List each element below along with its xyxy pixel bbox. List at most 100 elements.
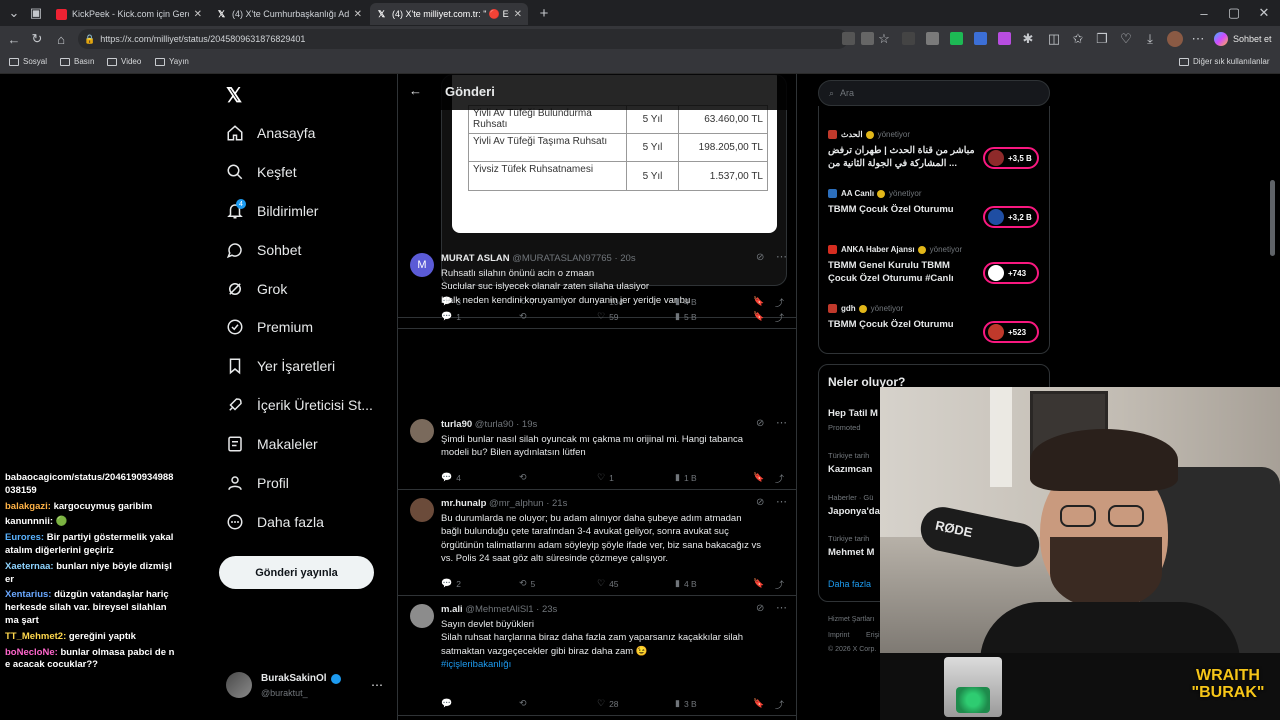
split-screen-icon[interactable]: ◫ [1046, 31, 1062, 47]
extension-icon[interactable] [998, 32, 1011, 45]
grok-icon[interactable]: ⊘ [756, 603, 764, 614]
footer-link[interactable]: Imprint [828, 632, 849, 639]
puzzle-icon[interactable]: ✱ [1020, 31, 1036, 47]
bookmark-sosyal[interactable]: Sosyal [9, 57, 47, 66]
grok-icon[interactable]: ⊘ [756, 252, 764, 263]
tweet[interactable]: mr.hunalp @mr_alphun · 21s ⊘ ⋯ Bu durumlard… [398, 490, 796, 596]
account-menu-icon[interactable]: ⋯ [371, 678, 383, 692]
author-name[interactable]: mr.hunalp [441, 498, 486, 509]
tab-x-milliyet[interactable]: 𝕏 (4) X'te milliyet.com.tr: " 🔴 Eyüpsu ✕ [370, 3, 528, 25]
post-button[interactable]: Gönderi yayınla [219, 556, 374, 589]
grok-icon[interactable]: ⊘ [756, 418, 764, 429]
views-button[interactable]: ▮ 4 B [675, 578, 697, 589]
bookmark-yayin[interactable]: Yayın [155, 57, 189, 66]
nav-explore[interactable]: Keşfet [226, 158, 297, 186]
bookmark-button[interactable]: 🔖 [753, 698, 768, 709]
like-button[interactable]: ♡ 59 [597, 311, 619, 322]
bookmark-button[interactable]: 🔖 [753, 578, 768, 589]
extension-icon[interactable] [974, 32, 987, 45]
nav-home[interactable]: Anasayfa [226, 119, 315, 147]
extension-icon[interactable] [926, 32, 939, 45]
author-name[interactable]: MURAT ASLAN [441, 253, 510, 264]
bookmark-button[interactable]: 🔖 [753, 472, 768, 483]
repost-button[interactable]: ⟲ [519, 698, 531, 709]
nav-chat[interactable]: Sohbet [226, 236, 301, 264]
copilot-button[interactable]: Sohbet et [1214, 30, 1276, 48]
avatar[interactable] [410, 604, 434, 628]
tweet-more-icon[interactable]: ⋯ [776, 495, 787, 508]
like-button[interactable]: ♡ 45 [597, 578, 619, 589]
reply-button[interactable]: 💬 4 [441, 472, 461, 483]
nav-profile[interactable]: Profil [226, 469, 289, 497]
bookmark-video[interactable]: Video [107, 57, 141, 66]
tweet-more-icon[interactable]: ⋯ [776, 250, 787, 263]
maximize-icon[interactable]: ▢ [1226, 5, 1242, 21]
read-aloud-icon[interactable] [861, 32, 874, 45]
like-button[interactable]: ♡ 1 [597, 472, 614, 483]
bookmark-basin[interactable]: Basın [60, 57, 94, 66]
trend-item[interactable]: Hep Tatil M [828, 408, 878, 419]
views-button[interactable]: ▮ 3 B [675, 698, 697, 709]
downloads-icon[interactable]: ⤓ [1142, 31, 1158, 47]
tweet-more-icon[interactable]: ⋯ [776, 601, 787, 614]
share-button[interactable]: ⤴ [775, 698, 788, 711]
back-arrow-icon[interactable]: ← [409, 83, 422, 98]
collections-icon[interactable]: ❐ [1094, 31, 1110, 47]
tab-kickpeek[interactable]: KickPeek - Kick.com için Gerçek Za ✕ [50, 3, 208, 25]
close-tab-icon[interactable]: ✕ [194, 9, 202, 20]
share-button[interactable]: ⤴ [775, 311, 788, 324]
minimize-icon[interactable]: – [1196, 5, 1212, 21]
repost-button[interactable]: ⟲ [519, 311, 531, 322]
hashtag-link[interactable]: #içişleribakanlığı [441, 658, 789, 671]
bookmark-button[interactable]: 🔖 [753, 311, 768, 322]
tab-list-chevron-icon[interactable]: ⌄ [6, 5, 22, 21]
nav-articles[interactable]: Makaleler [226, 430, 318, 458]
tab-x-cumhurbaskanligi[interactable]: 𝕏 (4) X'te Cumhurbaşkanlığı Aday Ol ✕ [210, 3, 368, 25]
reply-button[interactable]: 💬 [441, 698, 456, 709]
extension-icon[interactable] [950, 32, 963, 45]
nav-more[interactable]: Daha fazla [226, 508, 324, 536]
reply-button[interactable]: 💬 2 [441, 578, 461, 589]
trend-item[interactable]: Mehmet M [828, 547, 874, 558]
extension-icon[interactable] [842, 32, 855, 45]
close-tab-icon[interactable]: ✕ [354, 9, 362, 20]
nav-creator-studio[interactable]: İçerik Üreticisi St... [226, 391, 373, 419]
close-tab-icon[interactable]: ✕ [514, 9, 522, 20]
repost-button[interactable]: ⟲ [519, 472, 531, 483]
reload-icon[interactable]: ↻ [29, 31, 45, 47]
home-icon[interactable]: ⌂ [53, 31, 69, 47]
window-close-icon[interactable]: ✕ [1256, 5, 1272, 21]
back-icon[interactable]: ← [6, 31, 22, 47]
extension-icon[interactable] [902, 32, 915, 45]
search-input[interactable]: ⌕ Ara [818, 80, 1050, 106]
live-join-button[interactable]: +523 [983, 321, 1039, 343]
views-button[interactable]: ▮ 1 B [675, 472, 697, 483]
other-bookmarks[interactable]: Diğer sık kullanılanlar [1179, 57, 1269, 66]
x-logo-icon[interactable]: 𝕏 [226, 83, 242, 108]
new-tab-icon[interactable]: + [536, 5, 552, 22]
repost-button[interactable]: ⟲ 5 [519, 578, 535, 589]
tweet[interactable]: M MURAT ASLAN @MURATASLAN97765 · 20s ⊘ ⋯ Ruh… [398, 245, 796, 329]
nav-bookmarks[interactable]: Yer İşaretleri [226, 352, 335, 380]
show-more-link[interactable]: Daha fazla [828, 579, 871, 589]
workspaces-icon[interactable]: ▣ [28, 5, 44, 21]
health-icon[interactable]: ♡ [1118, 31, 1134, 47]
share-button[interactable]: ⤴ [775, 472, 788, 485]
trend-item[interactable]: Kazımcan [828, 464, 872, 475]
avatar[interactable]: M [410, 253, 434, 277]
avatar[interactable] [410, 419, 434, 443]
account-avatar[interactable] [226, 672, 252, 698]
footer-link[interactable]: Erişi [866, 632, 880, 639]
views-button[interactable]: ▮ 5 B [675, 311, 697, 322]
share-button[interactable]: ⤴ [775, 578, 788, 591]
account-name[interactable]: BurakSakinOl [261, 673, 341, 684]
favorites-icon[interactable]: ✩ [1070, 31, 1086, 47]
nav-premium[interactable]: Premium [226, 313, 313, 341]
live-join-button[interactable]: +743 [983, 262, 1039, 284]
tweet-more-icon[interactable]: ⋯ [776, 416, 787, 429]
tweet[interactable]: m.ali @MehmetAliSl1 · 23s ⊘ ⋯ Sayın devlet … [398, 596, 796, 716]
trend-item[interactable]: Japonya'da [828, 506, 880, 517]
profile-avatar[interactable] [1167, 31, 1183, 47]
grok-icon[interactable]: ⊘ [756, 497, 764, 508]
tweet[interactable]: turla90 @turla90 · 19s ⊘ ⋯ Şimdi bunlar nas… [398, 411, 796, 490]
